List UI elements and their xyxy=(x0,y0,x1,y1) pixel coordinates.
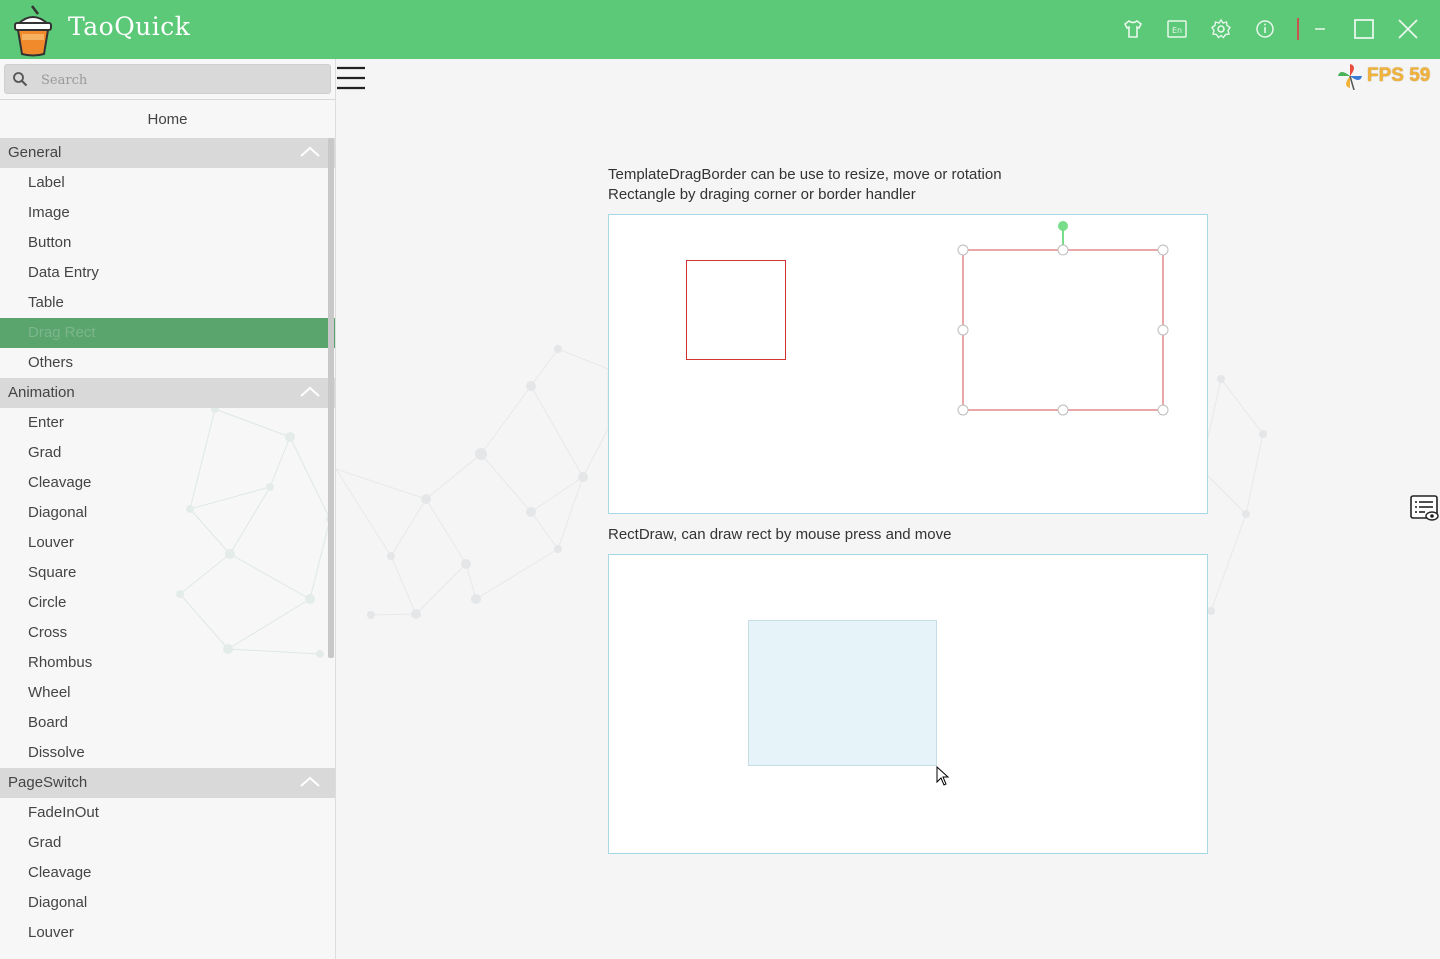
language-glyph: En xyxy=(1172,26,1182,35)
drag-border-handles[interactable] xyxy=(949,215,1179,425)
group-title: PageSwitch xyxy=(8,774,88,791)
info-icon[interactable] xyxy=(1253,17,1277,41)
resize-handle-top-left[interactable] xyxy=(957,244,969,256)
group-title: Animation xyxy=(8,384,75,401)
chevron-up-icon xyxy=(300,776,320,787)
app-logo-icon xyxy=(14,5,52,57)
drag-border-panel xyxy=(608,214,1208,514)
sidebar-scrollbar[interactable] xyxy=(328,138,334,658)
menu-icon[interactable] xyxy=(336,65,366,91)
group-header-general[interactable]: General xyxy=(0,138,335,168)
resize-handle-bottom-left[interactable] xyxy=(957,404,969,416)
home-link[interactable]: Home xyxy=(0,111,335,128)
mouse-cursor-icon xyxy=(936,766,950,786)
nav-item-square[interactable]: Square xyxy=(0,558,335,588)
nav-item-diagonal[interactable]: Diagonal xyxy=(0,888,335,918)
nav-item-circle[interactable]: Circle xyxy=(0,588,335,618)
nav-item-data-entry[interactable]: Data Entry xyxy=(0,258,335,288)
rect-draw-panel[interactable] xyxy=(608,554,1208,854)
app-title: TaoQuick xyxy=(68,12,191,41)
resize-handle-top[interactable] xyxy=(1057,244,1069,256)
drag-desc-line-1: TemplateDragBorder can be use to resize,… xyxy=(608,166,1002,183)
search-input[interactable] xyxy=(39,69,323,91)
group-title: General xyxy=(8,144,62,161)
nav-item-grad[interactable]: Grad xyxy=(0,438,335,468)
pinwheel-icon xyxy=(1338,64,1362,90)
nav-item-enter[interactable]: Enter xyxy=(0,408,335,438)
chevron-up-icon xyxy=(300,386,320,397)
title-bar[interactable]: TaoQuick En xyxy=(0,0,1440,59)
skin-icon[interactable] xyxy=(1121,17,1145,41)
nav-item-louver[interactable]: Louver xyxy=(0,918,335,948)
nav-item-rhombus[interactable]: Rhombus xyxy=(0,648,335,678)
nav-item-label[interactable]: Label xyxy=(0,168,335,198)
rect-draw-description: RectDraw, can draw rect by mouse press a… xyxy=(608,526,952,543)
resize-handle-top-right[interactable] xyxy=(1157,244,1169,256)
drawn-rect[interactable] xyxy=(748,620,937,766)
nav-item-cleavage[interactable]: Cleavage xyxy=(0,468,335,498)
search-icon xyxy=(13,72,28,87)
nav-item-button[interactable]: Button xyxy=(0,228,335,258)
drag-border-description: TemplateDragBorder can be use to resize,… xyxy=(608,165,1002,205)
sidebar-separator xyxy=(0,99,335,100)
nav-item-board[interactable]: Board xyxy=(0,708,335,738)
sidebar: Home General Label Image Button Data Ent… xyxy=(0,59,336,959)
chevron-up-icon xyxy=(300,146,320,157)
resize-handle-right[interactable] xyxy=(1157,324,1169,336)
nav-item-others[interactable]: Others xyxy=(0,348,335,378)
nav-item-wheel[interactable]: Wheel xyxy=(0,678,335,708)
language-icon[interactable]: En xyxy=(1165,17,1189,41)
minimize-icon[interactable] xyxy=(1308,17,1332,41)
toolbar-divider xyxy=(1297,18,1299,40)
search-box[interactable] xyxy=(4,64,331,94)
settings-icon[interactable] xyxy=(1209,17,1233,41)
close-icon[interactable] xyxy=(1396,17,1420,41)
nav-item-louver[interactable]: Louver xyxy=(0,528,335,558)
nav-item-dissolve[interactable]: Dissolve xyxy=(0,738,335,768)
resize-handle-bottom-right[interactable] xyxy=(1157,404,1169,416)
nav-item-drag-rect[interactable]: Drag Rect xyxy=(0,318,335,348)
nav-item-table[interactable]: Table xyxy=(0,288,335,318)
nav-item-cleavage[interactable]: Cleavage xyxy=(0,858,335,888)
main-content: FPS 59 TemplateDragBorder can be use to … xyxy=(336,59,1440,959)
preview-list-icon[interactable] xyxy=(1409,494,1440,524)
nav-item-cross[interactable]: Cross xyxy=(0,618,335,648)
draggable-rect[interactable] xyxy=(686,260,786,360)
nav-item-grad[interactable]: Grad xyxy=(0,828,335,858)
rotate-handle[interactable] xyxy=(1058,221,1068,231)
resize-handle-bottom[interactable] xyxy=(1057,404,1069,416)
nav-item-fadeinout[interactable]: FadeInOut xyxy=(0,798,335,828)
fps-label: FPS 59 xyxy=(1367,65,1431,86)
maximize-icon[interactable] xyxy=(1352,17,1376,41)
nav-list: General Label Image Button Data Entry Ta… xyxy=(0,138,335,948)
drag-desc-line-2: Rectangle by draging corner or border ha… xyxy=(608,186,916,203)
nav-item-image[interactable]: Image xyxy=(0,198,335,228)
resize-handle-left[interactable] xyxy=(957,324,969,336)
group-header-pageswitch[interactable]: PageSwitch xyxy=(0,768,335,798)
nav-item-diagonal[interactable]: Diagonal xyxy=(0,498,335,528)
group-header-animation[interactable]: Animation xyxy=(0,378,335,408)
